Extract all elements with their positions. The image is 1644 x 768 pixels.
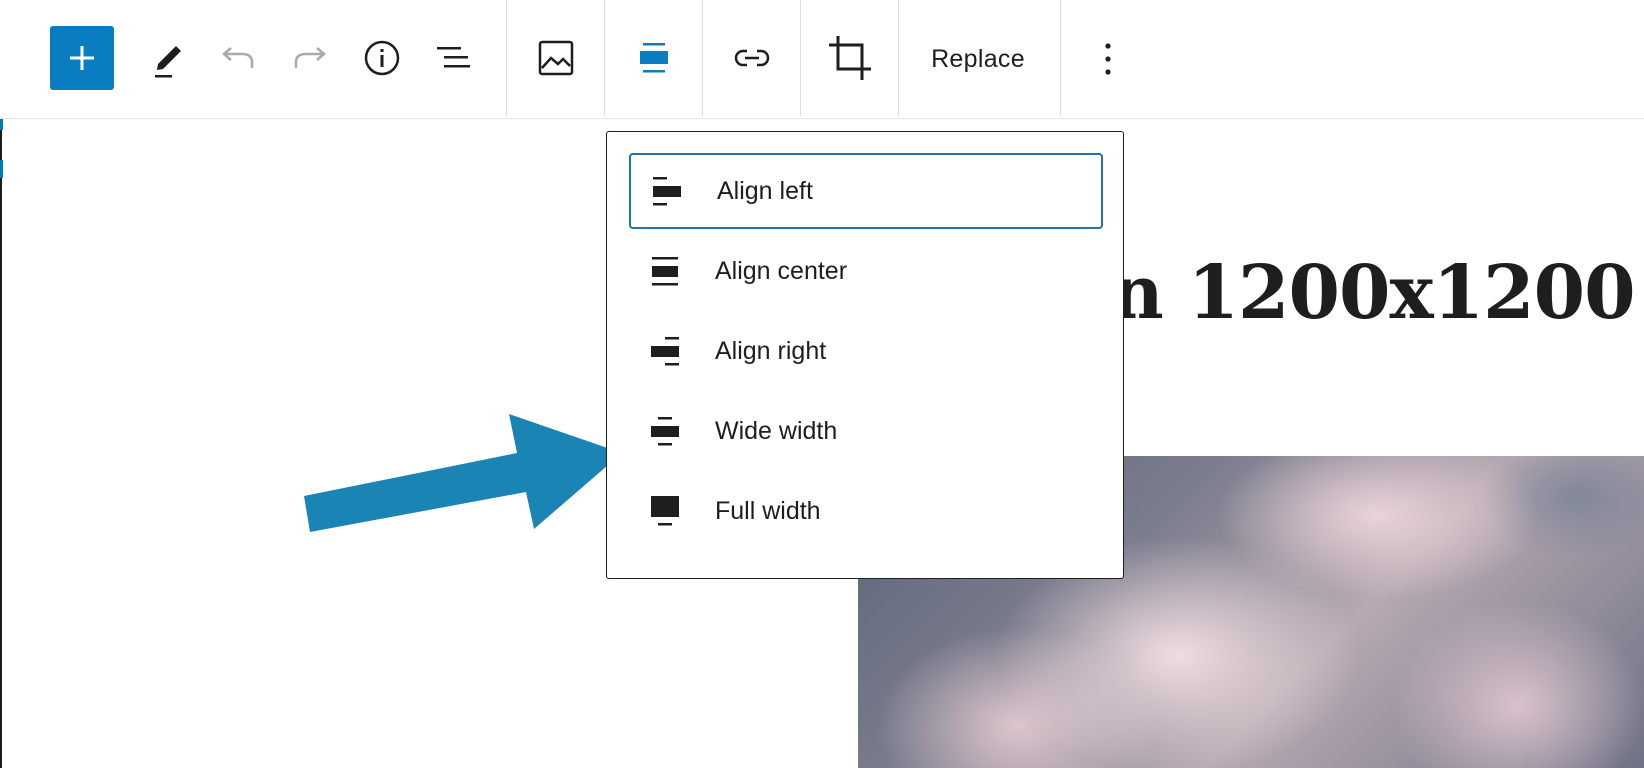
menu-item-full-width[interactable]: Full width <box>629 473 1103 549</box>
post-heading[interactable]: n 1200x1200 <box>1110 250 1636 336</box>
info-icon <box>364 40 400 76</box>
block-indicator <box>0 160 3 178</box>
tools-button[interactable] <box>140 30 192 86</box>
menu-item-label: Align center <box>715 256 848 285</box>
align-button[interactable] <box>628 30 680 86</box>
more-vertical-icon <box>1105 43 1111 75</box>
align-right-icon <box>649 333 681 369</box>
menu-item-label: Align left <box>717 176 813 205</box>
crop-button[interactable] <box>822 28 878 88</box>
block-type-button[interactable] <box>530 30 582 86</box>
align-wide-icon <box>649 413 681 449</box>
toolbar-separator <box>898 0 899 116</box>
details-button[interactable] <box>356 32 408 84</box>
toolbar-separator <box>1060 0 1061 116</box>
align-center-icon <box>649 253 681 289</box>
menu-item-label: Full width <box>715 496 821 525</box>
menu-item-align-left[interactable]: Align left <box>629 153 1103 229</box>
pointer-arrow-icon <box>304 414 622 532</box>
plus-icon <box>70 46 94 70</box>
list-view-icon <box>437 47 470 68</box>
replace-button[interactable]: Replace <box>918 34 1038 84</box>
undo-button[interactable] <box>212 34 264 84</box>
menu-item-label: Wide width <box>715 416 838 445</box>
redo-icon <box>294 47 326 68</box>
link-icon <box>734 49 770 67</box>
more-options-button[interactable] <box>1082 34 1134 84</box>
align-left-icon <box>651 173 683 209</box>
align-dropdown-menu: Align left Align center Align right Wide… <box>606 131 1124 579</box>
link-button[interactable] <box>726 32 778 84</box>
toolbar-separator <box>702 0 703 116</box>
pencil-icon <box>155 46 181 78</box>
crop-icon <box>829 36 871 80</box>
menu-item-label: Align right <box>715 336 827 365</box>
replace-label: Replace <box>931 44 1025 73</box>
undo-icon <box>222 47 254 68</box>
image-icon <box>538 40 574 76</box>
list-view-button[interactable] <box>428 32 480 84</box>
redo-button[interactable] <box>284 34 336 84</box>
menu-item-align-center[interactable]: Align center <box>629 233 1103 309</box>
toolbar-separator <box>800 0 801 116</box>
block-toolbar: Replace <box>0 0 1644 119</box>
menu-item-align-right[interactable]: Align right <box>629 313 1103 389</box>
align-wide-icon <box>640 43 668 73</box>
align-full-width-icon <box>649 493 681 529</box>
menu-item-wide-width[interactable]: Wide width <box>629 393 1103 469</box>
toolbar-separator <box>506 0 507 116</box>
toolbar-separator <box>604 0 605 116</box>
add-block-button[interactable] <box>50 26 114 90</box>
